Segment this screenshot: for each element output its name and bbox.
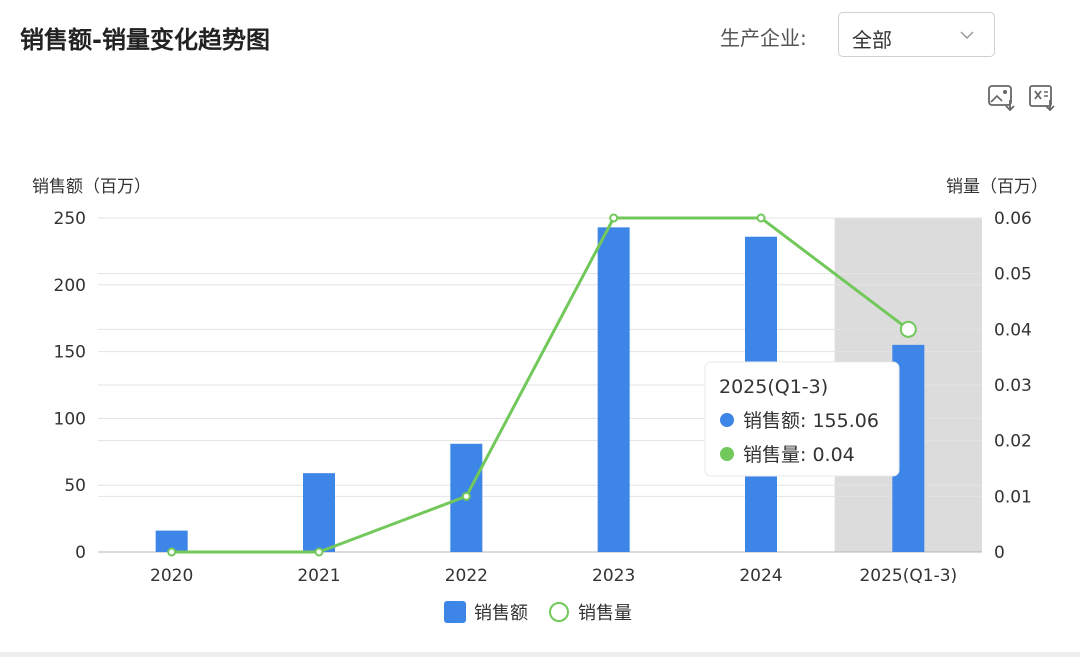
line-point xyxy=(167,547,177,557)
right-tick-label: 0.01 xyxy=(994,487,1032,507)
tooltip-title: 2025(Q1-3) xyxy=(719,376,828,398)
line-point xyxy=(609,213,619,223)
line-point xyxy=(314,547,324,557)
bar xyxy=(597,227,630,553)
right-axis-title: 销量（百万） xyxy=(946,177,1048,197)
tooltip-row: 销售额: 155.06 xyxy=(743,410,879,432)
line-point xyxy=(461,491,471,501)
right-tick-label: 0.03 xyxy=(994,376,1032,396)
tooltip-dot xyxy=(720,447,734,461)
bar xyxy=(303,473,335,552)
legend-swatch-line xyxy=(549,602,569,622)
right-tick-label: 0.02 xyxy=(994,432,1032,452)
right-tick-label: 0.05 xyxy=(994,265,1032,285)
left-axis-title: 销售额（百万） xyxy=(32,177,151,197)
tooltip-row: 销售量: 0.04 xyxy=(743,444,855,466)
right-tick-label: 0.06 xyxy=(994,209,1032,229)
right-tick-label: 0.04 xyxy=(994,320,1032,340)
legend-label: 销售量 xyxy=(578,603,632,624)
line-point xyxy=(899,320,917,338)
sales-trend-chart: 销售额（百万） 销量（百万） 0 50 100 150 200 250 0 0.01 0.02 0.0… xyxy=(32,177,1048,624)
right-tick-label: 0 xyxy=(994,543,1005,563)
tooltip-dot xyxy=(720,413,734,427)
x-tick-label: 2021 xyxy=(297,566,340,586)
x-tick-label: 2023 xyxy=(592,566,635,586)
left-tick-label: 200 xyxy=(54,276,86,296)
legend-swatch-bar xyxy=(444,601,466,623)
line-point xyxy=(756,213,766,223)
bottom-divider xyxy=(0,652,1080,657)
x-tick-label: 2025(Q1-3) xyxy=(859,566,957,586)
left-tick-label: 150 xyxy=(54,343,86,363)
left-tick-label: 0 xyxy=(75,543,86,563)
x-tick-label: 2022 xyxy=(445,566,488,586)
legend-label: 销售额 xyxy=(474,603,528,624)
x-tick-label: 2020 xyxy=(150,566,193,586)
left-tick-label: 100 xyxy=(54,409,86,429)
x-tick-label: 2024 xyxy=(739,566,782,586)
left-tick-label: 250 xyxy=(54,209,86,229)
left-tick-label: 50 xyxy=(64,476,86,496)
